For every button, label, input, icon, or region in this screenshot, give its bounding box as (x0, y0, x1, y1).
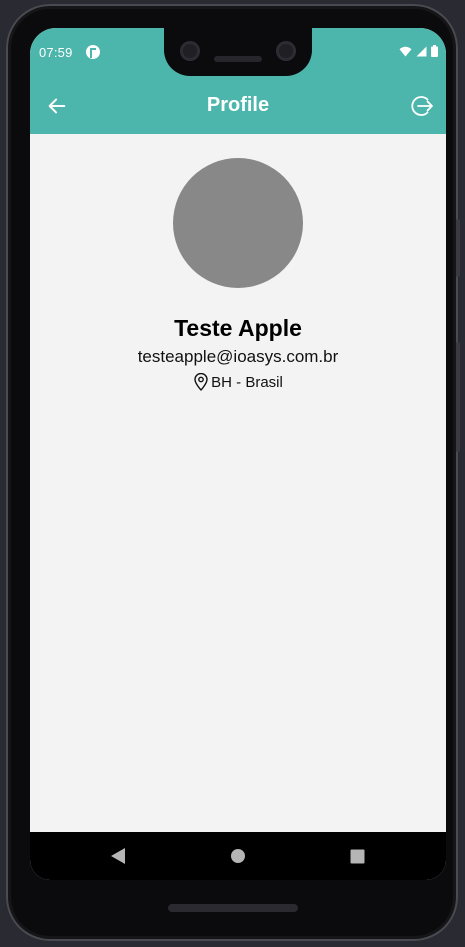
profile-name: Teste Apple (174, 315, 302, 341)
nav-back-icon (111, 848, 125, 864)
camera-notch (164, 28, 312, 76)
page-title: Profile (206, 94, 270, 116)
phone-frame: 07:59 Profile Teste Apple testeapple@ioa… (6, 4, 460, 941)
app-header: 07:59 Profile (30, 28, 446, 134)
screen: 07:59 Profile Teste Apple testeapple@ioa… (30, 28, 446, 880)
wifi-icon (399, 46, 412, 56)
nav-recents-icon (350, 849, 364, 863)
avatar (173, 158, 303, 288)
front-camera (180, 41, 200, 61)
map-pin-icon (194, 373, 208, 391)
nav-recents-button[interactable] (345, 844, 369, 868)
bottom-speaker (168, 904, 298, 912)
cell-signal-icon (416, 46, 427, 56)
status-time: 07:59 (39, 45, 73, 60)
nav-home-icon (231, 849, 245, 863)
logout-button[interactable] (406, 91, 436, 121)
nav-back-button[interactable] (106, 844, 130, 868)
profile-location: BH - Brasil (30, 373, 446, 391)
power-button (456, 219, 460, 277)
profile-email: testeapple@ioasys.com.br (137, 347, 339, 366)
app-notification-icon (86, 45, 100, 59)
battery-icon (431, 45, 438, 57)
status-icons (399, 45, 438, 57)
logout-icon (411, 96, 433, 116)
volume-button (456, 342, 460, 452)
earpiece-speaker (214, 56, 262, 62)
location-label: BH - Brasil (211, 373, 283, 391)
nav-home-button[interactable] (226, 844, 250, 868)
system-nav-bar (30, 832, 446, 880)
front-camera (276, 41, 296, 61)
